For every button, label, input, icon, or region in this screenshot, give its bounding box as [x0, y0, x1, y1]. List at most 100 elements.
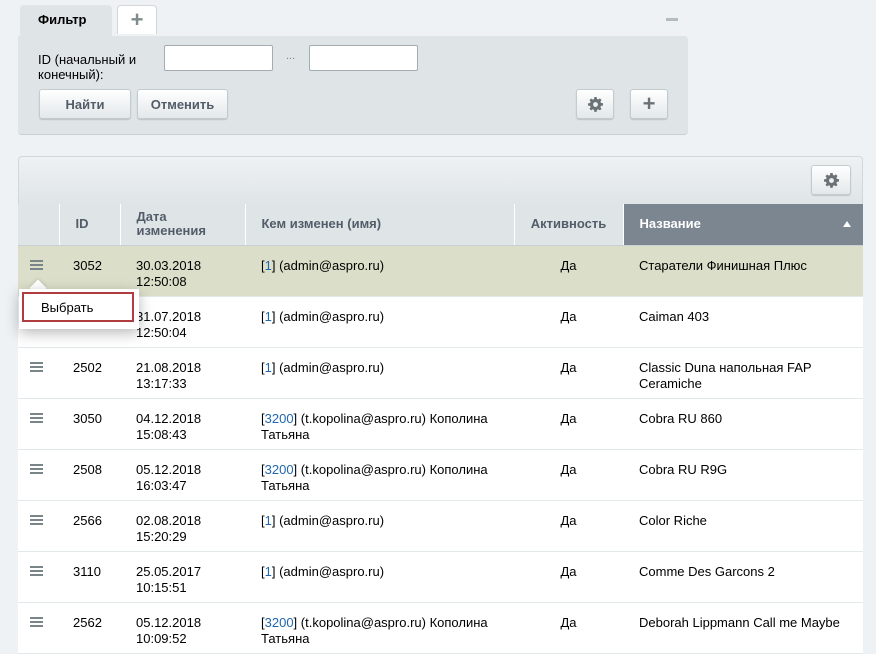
table-row[interactable]: 3052 30.03.2018 12:50:08 [1] (admin@aspro.r…	[18, 245, 863, 297]
date-value: 02.08.2018	[136, 512, 202, 528]
date-value: 05.12.2018	[136, 461, 202, 477]
date-cell: 05.12.2018 10:09:52	[120, 602, 245, 654]
user-info: (admin@aspro.ru)	[279, 563, 385, 579]
time-value: 15:08:43	[136, 426, 187, 442]
id-cell: 2562	[59, 602, 120, 654]
id-cell: 2566	[59, 500, 120, 552]
modified-by-cell: [1] (admin@aspro.ru)	[245, 347, 514, 399]
row-actions-cell	[18, 398, 59, 450]
user-info: (admin@aspro.ru)	[279, 308, 385, 324]
menu-icon[interactable]	[30, 463, 43, 474]
sort-ascending-icon	[843, 221, 851, 227]
active-cell: Да	[514, 398, 623, 450]
active-cell: Да	[514, 449, 623, 501]
time-value: 10:09:52	[136, 630, 187, 646]
find-button[interactable]: Найти	[39, 89, 131, 119]
name-cell: Cobra RU 860	[623, 398, 863, 450]
name-cell: Cobra RU R9G	[623, 449, 863, 501]
user-link[interactable]: 1	[265, 360, 272, 375]
id-to-input[interactable]	[309, 45, 418, 71]
filter-tab[interactable]: Фильтр	[20, 5, 112, 37]
user-info: (t.kopolina@aspro.ru) Кополина Татьяна	[261, 461, 488, 493]
user-link[interactable]: 1	[265, 513, 272, 528]
name-cell: Classic Duna напольная FAP Ceramiche	[623, 347, 863, 399]
column-header-name-label: Название	[639, 216, 701, 232]
modified-by-cell: [1] (admin@aspro.ru)	[245, 245, 514, 297]
gear-icon	[587, 96, 603, 112]
id-cell: 3050	[59, 398, 120, 450]
table-row[interactable]: 3050 04.12.2018 15:08:43 [3200] (t.kopolina…	[18, 398, 863, 450]
date-cell: 05.12.2018 16:03:47	[120, 449, 245, 501]
row-context-menu: Выбрать	[19, 289, 139, 329]
table-row[interactable]: 3110 25.05.2017 10:15:51 [1] (admin@aspro.r…	[18, 551, 863, 603]
menu-icon[interactable]	[30, 361, 43, 372]
time-value: 13:17:33	[136, 375, 187, 391]
active-cell: Да	[514, 245, 623, 297]
gear-icon	[823, 172, 839, 188]
user-info: (admin@aspro.ru)	[279, 359, 385, 375]
date-cell: 21.08.2018 13:17:33	[120, 347, 245, 399]
column-header-id[interactable]: ID	[59, 204, 121, 246]
date-value: 30.03.2018	[136, 257, 202, 273]
collapse-filter-button[interactable]	[664, 11, 680, 27]
user-link[interactable]: 3200	[265, 411, 294, 426]
plus-icon: +	[642, 91, 656, 116]
range-separator: ...	[286, 50, 296, 62]
active-cell: Да	[514, 602, 623, 654]
date-cell: 04.12.2018 15:08:43	[120, 398, 245, 450]
column-header-active[interactable]: Активность	[514, 204, 624, 246]
column-header-date[interactable]: Дата изменения	[120, 204, 246, 246]
user-info: (admin@aspro.ru)	[279, 257, 385, 273]
filter-panel: ID (начальный и конечный): ... Найти Отм…	[18, 36, 688, 135]
name-cell: Caiman 403	[623, 296, 863, 348]
cancel-button[interactable]: Отменить	[137, 89, 228, 119]
menu-icon[interactable]	[30, 565, 43, 576]
menu-icon[interactable]	[30, 616, 43, 627]
id-cell: 2502	[59, 347, 120, 399]
row-actions-cell	[18, 551, 59, 603]
active-cell: Да	[514, 500, 623, 552]
menu-icon[interactable]	[30, 412, 43, 423]
modified-by-cell: [1] (admin@aspro.ru)	[245, 500, 514, 552]
column-header-actions	[18, 204, 60, 246]
modified-by-cell: [1] (admin@aspro.ru)	[245, 551, 514, 603]
add-filter-field-button[interactable]: +	[630, 89, 668, 119]
date-value: 04.12.2018	[136, 410, 202, 426]
date-value: 05.12.2018	[136, 614, 202, 630]
user-link[interactable]: 3200	[265, 462, 294, 477]
active-cell: Да	[514, 347, 623, 399]
user-info: (admin@aspro.ru)	[279, 512, 385, 528]
user-link[interactable]: 1	[265, 564, 272, 579]
id-cell: 2508	[59, 449, 120, 501]
table-row[interactable]: 2502 21.08.2018 13:17:33 [1] (admin@aspro.r…	[18, 347, 863, 399]
modified-by-cell: [1] (admin@aspro.ru)	[245, 296, 514, 348]
grid-header-row: ID Дата изменения Кем изменен (имя) Акти…	[18, 204, 863, 246]
name-cell: Comme Des Garcons 2	[623, 551, 863, 603]
user-link[interactable]: 3200	[265, 615, 294, 630]
grid-settings-button[interactable]	[811, 165, 851, 195]
modified-by-cell: [3200] (t.kopolina@aspro.ru) Кополина Та…	[245, 398, 514, 450]
row-actions-cell	[18, 500, 59, 552]
table-row[interactable]: 31.07.2018 12:50:04 [1] (admin@aspro.ru) Да…	[18, 296, 863, 348]
data-grid: ID Дата изменения Кем изменен (имя) Акти…	[18, 204, 863, 654]
user-link[interactable]: 1	[265, 258, 272, 273]
time-value: 15:20:29	[136, 528, 187, 544]
user-link[interactable]: 1	[265, 309, 272, 324]
context-menu-item-select[interactable]: Выбрать	[22, 292, 134, 322]
column-header-modified-by[interactable]: Кем изменен (имя)	[245, 204, 515, 246]
menu-icon[interactable]	[30, 259, 43, 270]
date-value: 21.08.2018	[136, 359, 202, 375]
active-cell: Да	[514, 296, 623, 348]
add-filter-tab-button[interactable]: +	[117, 5, 157, 34]
active-cell: Да	[514, 551, 623, 603]
filter-settings-button[interactable]	[576, 89, 614, 119]
time-value: 10:15:51	[136, 579, 187, 595]
menu-icon[interactable]	[30, 514, 43, 525]
table-row[interactable]: 2566 02.08.2018 15:20:29 [1] (admin@aspro.r…	[18, 500, 863, 552]
row-actions-cell	[18, 449, 59, 501]
table-row[interactable]: 2508 05.12.2018 16:03:47 [3200] (t.kopolina…	[18, 449, 863, 501]
row-actions-cell	[18, 347, 59, 399]
id-from-input[interactable]	[164, 45, 273, 71]
column-header-name[interactable]: Название	[623, 204, 863, 246]
table-row[interactable]: 2562 05.12.2018 10:09:52 [3200] (t.kopolina…	[18, 602, 863, 654]
